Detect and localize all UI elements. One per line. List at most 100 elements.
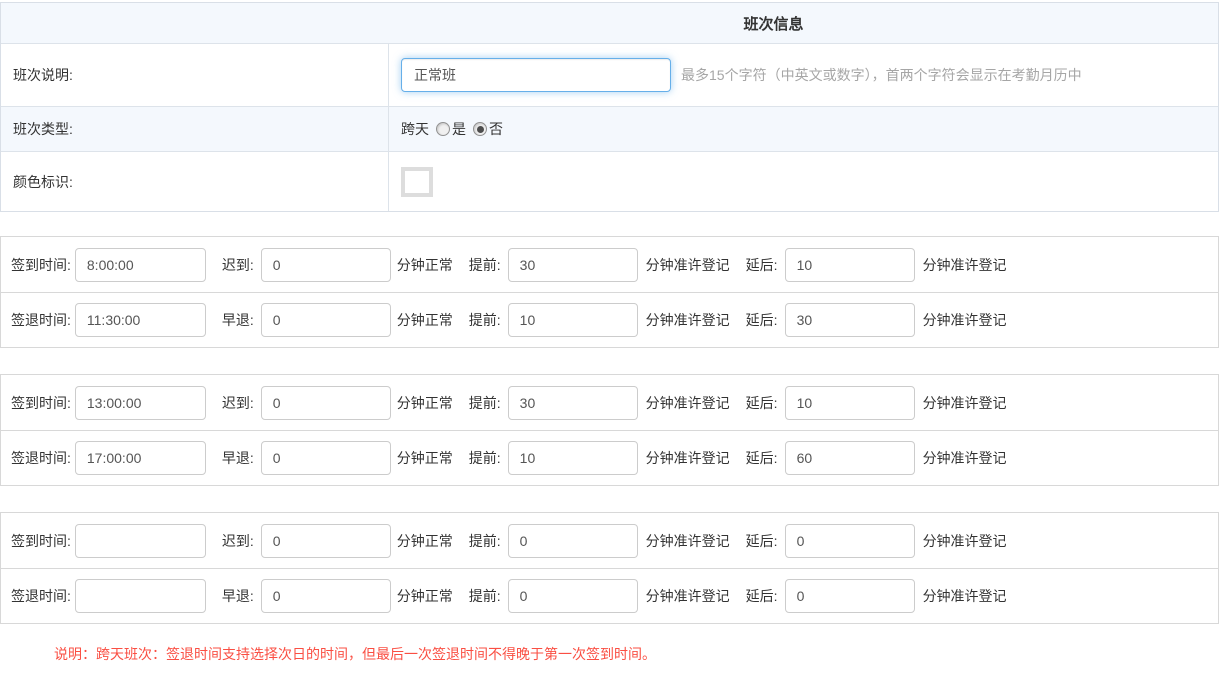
minutes-register-label: 分钟准许登记 [646, 586, 730, 606]
checkin-time-label: 签到时间: [11, 531, 71, 551]
early-label: 提前: [469, 255, 501, 275]
checkin-row-2: 签到时间: 迟到: 分钟正常 提前: 分钟准许登记 延后: 分钟准许登记 [1, 375, 1218, 430]
early-label: 提前: [469, 531, 501, 551]
checkout-row-3: 签退时间: 早退: 分钟正常 提前: 分钟准许登记 延后: 分钟准许登记 [1, 568, 1218, 623]
cross-day-option-yes[interactable]: 是 [436, 119, 466, 139]
early-minutes-input[interactable] [508, 524, 638, 558]
minutes-register-label: 分钟准许登记 [923, 310, 1007, 330]
early-label: 提前: [469, 310, 501, 330]
leave-early-minutes-input[interactable] [261, 579, 391, 613]
checkout-time-label: 签退时间: [11, 310, 71, 330]
shift-info-panel: 班次信息 班次说明: 最多15个字符（中英文或数字），首两个字符会显示在考勤月历… [0, 2, 1219, 212]
shift-description-hint: 最多15个字符（中英文或数字），首两个字符会显示在考勤月历中 [681, 65, 1082, 85]
shift-type-label: 班次类型: [1, 107, 389, 151]
shift-description-label: 班次说明: [1, 44, 389, 106]
delay-minutes-input[interactable] [785, 386, 915, 420]
minutes-register-label: 分钟准许登记 [923, 255, 1007, 275]
early-minutes-input[interactable] [508, 303, 638, 337]
minutes-register-label: 分钟准许登记 [646, 310, 730, 330]
late-label: 迟到: [222, 393, 254, 413]
leave-early-label: 早退: [222, 448, 254, 468]
delay-minutes-input[interactable] [785, 248, 915, 282]
shift-type-row: 班次类型: 跨天 是 否 [1, 106, 1218, 151]
checkout-time-input[interactable] [75, 579, 206, 613]
minutes-normal-label: 分钟正常 [397, 310, 453, 330]
radio-yes-label: 是 [452, 119, 466, 139]
checkin-time-label: 签到时间: [11, 393, 71, 413]
shift-info-header-row: 班次信息 [1, 3, 1218, 43]
color-mark-label: 颜色标识: [1, 152, 389, 211]
checkout-time-label: 签退时间: [11, 586, 71, 606]
minutes-register-label: 分钟准许登记 [923, 393, 1007, 413]
delay-label: 延后: [746, 586, 778, 606]
minutes-register-label: 分钟准许登记 [646, 531, 730, 551]
early-label: 提前: [469, 448, 501, 468]
early-label: 提前: [469, 586, 501, 606]
checkin-time-label: 签到时间: [11, 255, 71, 275]
leave-early-label: 早退: [222, 586, 254, 606]
leave-early-minutes-input[interactable] [261, 441, 391, 475]
cross-day-option-no[interactable]: 否 [473, 119, 503, 139]
time-section-3: 签到时间: 迟到: 分钟正常 提前: 分钟准许登记 延后: 分钟准许登记 签退时… [0, 512, 1219, 624]
late-minutes-input[interactable] [261, 386, 391, 420]
late-minutes-input[interactable] [261, 248, 391, 282]
early-minutes-input[interactable] [508, 386, 638, 420]
delay-label: 延后: [746, 255, 778, 275]
radio-no-label: 否 [489, 119, 503, 139]
delay-minutes-input[interactable] [785, 303, 915, 337]
minutes-normal-label: 分钟正常 [397, 255, 453, 275]
shift-description-row: 班次说明: 最多15个字符（中英文或数字），首两个字符会显示在考勤月历中 [1, 43, 1218, 106]
minutes-register-label: 分钟准许登记 [923, 586, 1007, 606]
delay-label: 延后: [746, 310, 778, 330]
radio-no-icon[interactable] [473, 122, 487, 136]
shift-config-page: 班次信息 班次说明: 最多15个字符（中英文或数字），首两个字符会显示在考勤月历… [0, 0, 1219, 664]
leave-early-minutes-input[interactable] [261, 303, 391, 337]
shift-description-input[interactable] [401, 58, 671, 92]
time-section-2: 签到时间: 迟到: 分钟正常 提前: 分钟准许登记 延后: 分钟准许登记 签退时… [0, 374, 1219, 486]
checkin-time-input[interactable] [75, 524, 206, 558]
leave-early-label: 早退: [222, 310, 254, 330]
delay-label: 延后: [746, 531, 778, 551]
checkin-time-input[interactable] [75, 386, 206, 420]
minutes-register-label: 分钟准许登记 [923, 448, 1007, 468]
checkout-time-input[interactable] [75, 441, 206, 475]
minutes-normal-label: 分钟正常 [397, 531, 453, 551]
late-label: 迟到: [222, 255, 254, 275]
minutes-register-label: 分钟准许登记 [646, 448, 730, 468]
early-minutes-input[interactable] [508, 579, 638, 613]
page-title: 班次信息 [389, 13, 1218, 34]
color-swatch[interactable] [401, 167, 433, 197]
time-section-1: 签到时间: 迟到: 分钟正常 提前: 分钟准许登记 延后: 分钟准许登记 签退时… [0, 236, 1219, 348]
checkin-row-1: 签到时间: 迟到: 分钟正常 提前: 分钟准许登记 延后: 分钟准许登记 [1, 237, 1218, 292]
checkout-time-label: 签退时间: [11, 448, 71, 468]
minutes-register-label: 分钟准许登记 [646, 393, 730, 413]
radio-yes-icon[interactable] [436, 122, 450, 136]
shift-description-content: 最多15个字符（中英文或数字），首两个字符会显示在考勤月历中 [389, 58, 1218, 92]
checkin-time-input[interactable] [75, 248, 206, 282]
minutes-normal-label: 分钟正常 [397, 448, 453, 468]
checkout-row-1: 签退时间: 早退: 分钟正常 提前: 分钟准许登记 延后: 分钟准许登记 [1, 292, 1218, 347]
minutes-normal-label: 分钟正常 [397, 393, 453, 413]
color-mark-content [389, 167, 1218, 197]
checkout-time-input[interactable] [75, 303, 206, 337]
delay-minutes-input[interactable] [785, 579, 915, 613]
checkin-row-3: 签到时间: 迟到: 分钟正常 提前: 分钟准许登记 延后: 分钟准许登记 [1, 513, 1218, 568]
late-minutes-input[interactable] [261, 524, 391, 558]
delay-label: 延后: [746, 448, 778, 468]
shift-type-content: 跨天 是 否 [389, 119, 1218, 139]
color-mark-row: 颜色标识: [1, 151, 1218, 211]
checkout-row-2: 签退时间: 早退: 分钟正常 提前: 分钟准许登记 延后: 分钟准许登记 [1, 430, 1218, 485]
minutes-register-label: 分钟准许登记 [646, 255, 730, 275]
minutes-normal-label: 分钟正常 [397, 586, 453, 606]
early-minutes-input[interactable] [508, 248, 638, 282]
early-minutes-input[interactable] [508, 441, 638, 475]
minutes-register-label: 分钟准许登记 [923, 531, 1007, 551]
late-label: 迟到: [222, 531, 254, 551]
delay-minutes-input[interactable] [785, 441, 915, 475]
cross-day-radio-group: 是 否 [429, 119, 503, 139]
cross-day-label: 跨天 [401, 119, 429, 139]
early-label: 提前: [469, 393, 501, 413]
delay-label: 延后: [746, 393, 778, 413]
delay-minutes-input[interactable] [785, 524, 915, 558]
cross-day-note: 说明：跨天班次：签退时间支持选择次日的时间，但最后一次签退时间不得晚于第一次签到… [54, 644, 1219, 664]
